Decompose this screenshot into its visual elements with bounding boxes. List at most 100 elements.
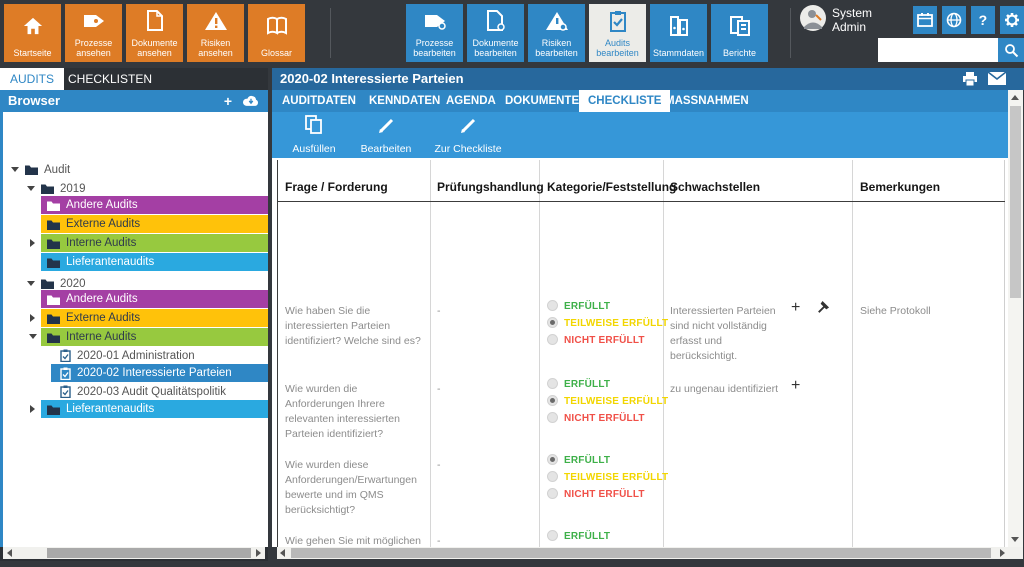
add-icon[interactable]: + bbox=[224, 93, 232, 109]
tree-item-interne-audits-2020[interactable]: Interne Audits bbox=[41, 328, 268, 346]
stammdaten-label: Stammdaten bbox=[652, 48, 705, 58]
tree-label: Andere Audits bbox=[66, 199, 138, 211]
tag-edit-icon bbox=[406, 4, 463, 38]
tree-item-andere-audits-2020[interactable]: Andere Audits bbox=[41, 290, 268, 308]
caret-right-icon[interactable] bbox=[30, 239, 35, 247]
scrollbar-thumb[interactable] bbox=[1010, 106, 1021, 298]
search-icon[interactable] bbox=[998, 38, 1024, 62]
dokumente-ansehen-button[interactable]: Dokumente ansehen bbox=[126, 4, 183, 62]
radio-erfuellt[interactable] bbox=[547, 300, 558, 311]
radio-label-erfuellt[interactable]: ERFÜLLT bbox=[564, 455, 610, 466]
radio-label-erfuellt[interactable]: ERFÜLLT bbox=[564, 379, 610, 390]
radio-label-erfuellt[interactable]: ERFÜLLT bbox=[564, 531, 610, 542]
risiken-ansehen-button[interactable]: Risiken ansehen bbox=[187, 4, 244, 62]
print-icon[interactable] bbox=[962, 72, 978, 91]
tab-dokumente[interactable]: DOKUMENTE bbox=[496, 90, 588, 112]
caret-right-icon[interactable] bbox=[30, 405, 35, 413]
pruefung-cell: - bbox=[437, 383, 441, 395]
tree-item-andere-audits-2019[interactable]: Andere Audits bbox=[41, 196, 268, 214]
scroll-right-icon[interactable] bbox=[1000, 549, 1005, 557]
search-area bbox=[878, 38, 1024, 62]
radio-label-teilweise[interactable]: TEILWEISE ERFÜLLT bbox=[564, 318, 668, 329]
folder-icon bbox=[47, 333, 60, 343]
calendar-icon[interactable] bbox=[912, 6, 937, 34]
berichte-button[interactable]: Berichte bbox=[711, 4, 768, 62]
radio-teilweise[interactable] bbox=[547, 471, 558, 482]
scroll-down-icon[interactable] bbox=[1011, 537, 1019, 542]
stammdaten-button[interactable]: Stammdaten bbox=[650, 4, 707, 62]
gear-icon[interactable] bbox=[999, 6, 1024, 34]
mail-icon[interactable] bbox=[987, 71, 1007, 90]
radio-label-nicht[interactable]: NICHT ERFÜLLT bbox=[564, 489, 645, 500]
dokumente-bearbeiten-button[interactable]: Dokumente bearbeiten bbox=[467, 4, 524, 62]
help-icon[interactable]: ? bbox=[970, 6, 995, 34]
glossar-button[interactable]: Glossar bbox=[248, 4, 305, 62]
bearbeiten-label: Bearbeiten bbox=[360, 143, 412, 155]
tree-label: 2020-02 Interessierte Parteien bbox=[77, 367, 232, 379]
caret-down-icon[interactable] bbox=[29, 334, 37, 339]
radio-nicht[interactable] bbox=[547, 488, 558, 499]
tree-item-externe-audits-2020[interactable]: Externe Audits bbox=[41, 309, 268, 327]
globe-icon[interactable] bbox=[941, 6, 966, 34]
audits-bearbeiten-button[interactable]: Audits bearbeiten bbox=[589, 4, 646, 62]
radio-label-teilweise[interactable]: TEILWEISE ERFÜLLT bbox=[564, 472, 668, 483]
zur-checkliste-button[interactable]: Zur Checkliste bbox=[428, 115, 508, 155]
radio-nicht[interactable] bbox=[547, 334, 558, 345]
scroll-right-icon[interactable] bbox=[256, 549, 261, 557]
add-schwachstelle-icon[interactable]: + bbox=[791, 299, 800, 317]
radio-label-nicht[interactable]: NICHT ERFÜLLT bbox=[564, 413, 645, 424]
tree-item-interne-audits-2019[interactable]: Interne Audits bbox=[41, 234, 268, 252]
radio-label-nicht[interactable]: NICHT ERFÜLLT bbox=[564, 335, 645, 346]
radio-nicht[interactable] bbox=[547, 412, 558, 423]
tree-item-lieferantenaudits-2020[interactable]: Lieferantenaudits bbox=[41, 400, 268, 418]
frage-cell: Wie wurden diese Anforderungen/Erwartung… bbox=[285, 459, 417, 516]
caret-down-icon[interactable] bbox=[11, 167, 19, 172]
bearbeiten-button[interactable]: Bearbeiten bbox=[354, 115, 418, 155]
scroll-up-icon[interactable] bbox=[1011, 95, 1019, 100]
glossar-label: Glossar bbox=[260, 48, 292, 58]
detail-horizontal-scrollbar[interactable] bbox=[277, 547, 1008, 559]
scroll-left-icon[interactable] bbox=[7, 549, 12, 557]
detail-vertical-scrollbar[interactable] bbox=[1008, 90, 1023, 547]
prozesse-ansehen-label: Prozesse ansehen bbox=[74, 38, 113, 58]
scrollbar-thumb[interactable] bbox=[47, 548, 251, 558]
caret-right-icon[interactable] bbox=[30, 314, 35, 322]
column-divider bbox=[539, 160, 540, 547]
tree-item-lieferantenaudits-2019[interactable]: Lieferantenaudits bbox=[41, 253, 268, 271]
hammer-icon[interactable] bbox=[815, 300, 830, 320]
radio-erfuellt[interactable] bbox=[547, 454, 558, 465]
tab-auditdaten[interactable]: AUDITDATEN bbox=[273, 90, 365, 112]
radio-teilweise[interactable] bbox=[547, 317, 558, 328]
tab-agenda[interactable]: AGENDA bbox=[437, 90, 505, 112]
radio-erfuellt[interactable] bbox=[547, 530, 558, 541]
tree-item-2020-02-selected[interactable]: 2020-02 Interessierte Parteien bbox=[51, 364, 268, 382]
avatar[interactable] bbox=[800, 4, 826, 36]
tab-audits[interactable]: AUDITS bbox=[0, 68, 65, 90]
search-input[interactable] bbox=[878, 38, 998, 62]
prozesse-bearbeiten-button[interactable]: Prozesse bearbeiten bbox=[406, 4, 463, 62]
pencil-icon bbox=[459, 115, 477, 138]
caret-down-icon[interactable] bbox=[27, 281, 35, 286]
radio-teilweise[interactable] bbox=[547, 395, 558, 406]
startseite-button[interactable]: Startseite bbox=[4, 4, 61, 62]
tab-kenndaten[interactable]: KENNDATEN bbox=[360, 90, 449, 112]
cloud-download-icon[interactable] bbox=[242, 94, 260, 110]
radio-label-erfuellt[interactable]: ERFÜLLT bbox=[564, 301, 610, 312]
tree-item-externe-audits-2019[interactable]: Externe Audits bbox=[41, 215, 268, 233]
radio-label-teilweise[interactable]: TEILWEISE ERFÜLLT bbox=[564, 396, 668, 407]
tree-item-audit[interactable]: Audit bbox=[3, 160, 268, 179]
tree-item-2020-03[interactable]: 2020-03 Audit Qualitätspolitik bbox=[60, 382, 268, 401]
tab-massnahmen[interactable]: MASSNAHMEN bbox=[656, 90, 758, 112]
risiken-bearbeiten-button[interactable]: Risiken bearbeiten bbox=[528, 4, 585, 62]
tab-checklisten[interactable]: CHECKLISTEN bbox=[58, 68, 162, 90]
prozesse-ansehen-button[interactable]: Prozesse ansehen bbox=[65, 4, 122, 62]
radio-erfuellt[interactable] bbox=[547, 378, 558, 389]
ausfuellen-button[interactable]: Ausfüllen bbox=[284, 115, 344, 155]
sidebar-horizontal-scrollbar[interactable] bbox=[3, 547, 265, 559]
add-schwachstelle-icon[interactable]: + bbox=[791, 377, 800, 395]
caret-down-icon[interactable] bbox=[27, 186, 35, 191]
scrollbar-thumb[interactable] bbox=[291, 548, 991, 558]
scroll-left-icon[interactable] bbox=[280, 549, 285, 557]
tree-item-2020-01[interactable]: 2020-01 Administration bbox=[60, 346, 268, 365]
toolbar-separator-2 bbox=[790, 8, 791, 58]
